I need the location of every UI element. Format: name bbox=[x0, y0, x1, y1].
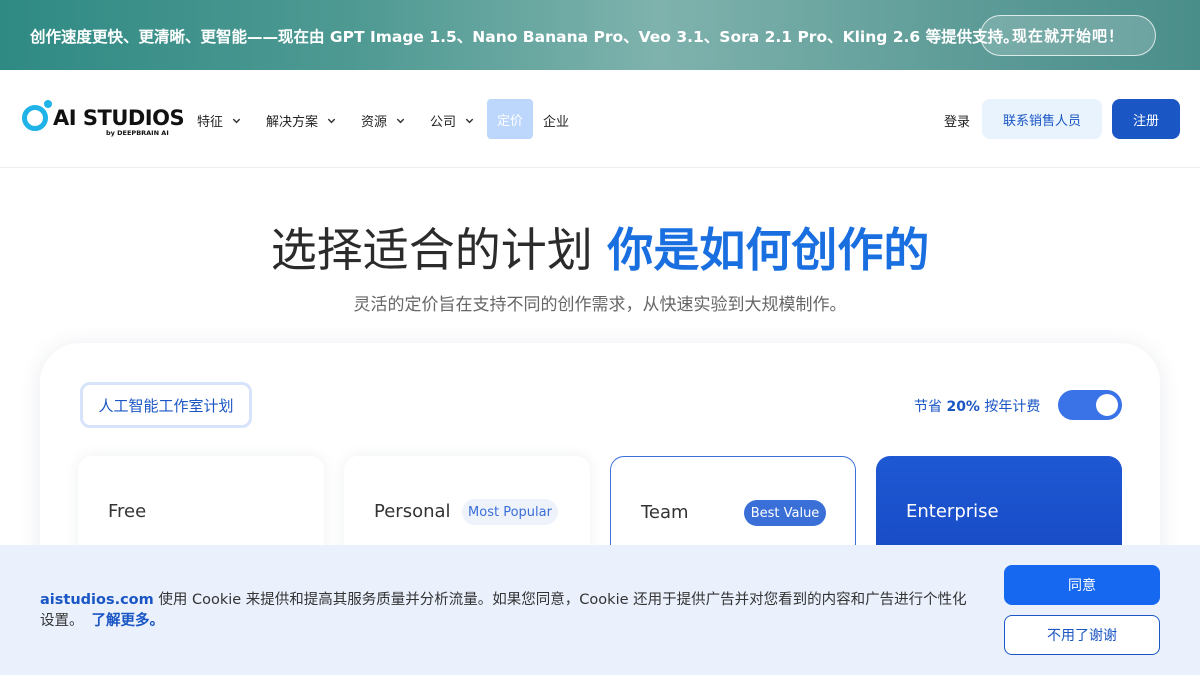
plan-name: Enterprise bbox=[906, 501, 999, 522]
cookie-message: 使用 Cookie 来提供和提高其服务质量并分析流量。如果您同意，Cookie … bbox=[40, 592, 967, 629]
cookie-agree-button[interactable]: 同意 bbox=[1004, 565, 1160, 605]
nav-item-label: 特征 bbox=[197, 115, 224, 130]
nav-item-label: 解决方案 bbox=[266, 115, 319, 130]
most-popular-badge: Most Popular bbox=[462, 499, 558, 525]
learn-more-link[interactable]: 了解更多。 bbox=[92, 613, 165, 629]
plan-name: Personal bbox=[374, 501, 451, 522]
chevron-down-icon bbox=[396, 118, 405, 124]
chevron-down-icon bbox=[465, 118, 474, 124]
login-link[interactable]: 登录 bbox=[944, 111, 970, 130]
signup-button[interactable]: 注册 bbox=[1112, 99, 1180, 139]
cookie-decline-button[interactable]: 不用了谢谢 bbox=[1004, 615, 1160, 655]
contact-sales-button[interactable]: 联系销售人员 bbox=[982, 99, 1102, 139]
nav-item-pricing[interactable]: 定价 bbox=[487, 99, 533, 139]
logo-text: AI STUDIOS bbox=[53, 106, 185, 130]
page-title-accent: 你是如何创作的 bbox=[607, 223, 930, 277]
chevron-down-icon bbox=[232, 118, 241, 124]
annual-billing-label: 节省 20% 按年计费 bbox=[914, 396, 1040, 416]
save-suffix: 按年计费 bbox=[984, 399, 1041, 415]
logo-ring-icon bbox=[22, 105, 48, 131]
top-nav: AI STUDIOS by DEEPBRAIN AI 特征 解决方案 资源 公司… bbox=[0, 70, 1200, 168]
logo-subtext: by DEEPBRAIN AI bbox=[106, 129, 169, 137]
cookie-text: aistudios.com 使用 Cookie 来提供和提高其服务质量并分析流量… bbox=[40, 590, 970, 632]
plan-name: Team bbox=[641, 502, 689, 523]
nav-item-label: 企业 bbox=[543, 115, 570, 130]
announcement-banner: 创作速度更快、更清晰、更智能——现在由 GPT Image 1.5、Nano B… bbox=[0, 0, 1200, 70]
plan-category-tab[interactable]: 人工智能工作室计划 bbox=[80, 382, 252, 428]
toggle-knob bbox=[1096, 394, 1118, 416]
cookie-domain-link[interactable]: aistudios.com bbox=[40, 592, 154, 608]
get-started-button[interactable]: 现在就开始吧！ bbox=[980, 15, 1156, 56]
nav-item-solutions[interactable]: 解决方案 bbox=[266, 111, 337, 130]
chevron-down-icon bbox=[327, 118, 336, 124]
nav-item-features[interactable]: 特征 bbox=[197, 111, 242, 130]
nav-item-enterprise[interactable]: 企业 bbox=[543, 111, 569, 130]
annual-billing-toggle[interactable] bbox=[1058, 390, 1122, 420]
plan-name: Free bbox=[108, 501, 147, 522]
page-title-main: 选择适合的计划 bbox=[270, 223, 593, 277]
nav-item-company[interactable]: 公司 bbox=[430, 111, 475, 130]
nav-item-resources[interactable]: 资源 bbox=[361, 111, 406, 130]
best-value-badge: Best Value bbox=[744, 500, 826, 526]
nav-item-label: 公司 bbox=[430, 115, 457, 130]
logo[interactable]: AI STUDIOS by DEEPBRAIN AI bbox=[22, 100, 185, 140]
page-subtitle: 灵活的定价旨在支持不同的创作需求，从快速实验到大规模制作。 bbox=[353, 295, 847, 315]
logo-dot-icon bbox=[44, 100, 52, 108]
save-percent: 20% bbox=[946, 399, 980, 415]
nav-item-label: 资源 bbox=[361, 115, 388, 130]
page-title: 选择适合的计划 你是如何创作的 bbox=[0, 214, 1200, 280]
save-prefix: 节省 bbox=[914, 399, 942, 415]
banner-text: 创作速度更快、更清晰、更智能——现在由 GPT Image 1.5、Nano B… bbox=[30, 28, 1019, 46]
